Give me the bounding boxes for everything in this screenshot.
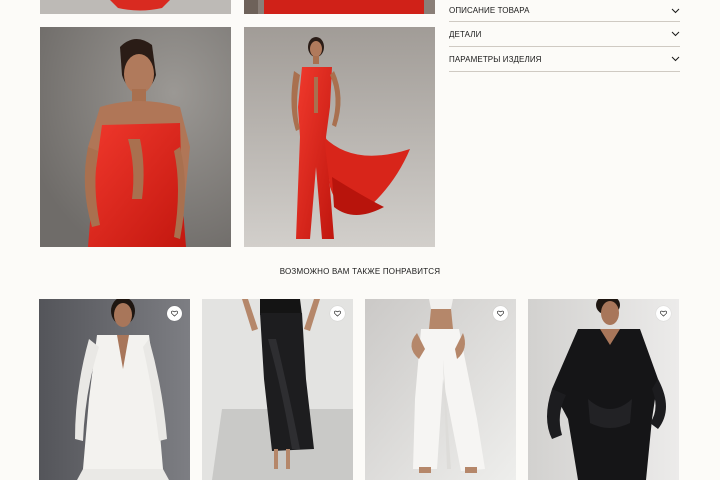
product-details-accordion: ОПИСАНИЕ ТОВАРА ДЕТАЛИ ПАРАМЕТРЫ ИЗДЕЛИЯ bbox=[449, 0, 680, 72]
favorite-button[interactable] bbox=[330, 306, 345, 321]
heart-icon bbox=[497, 310, 504, 317]
accordion-item-details[interactable]: ДЕТАЛИ bbox=[449, 22, 680, 47]
recommendation-card-black-skirt[interactable] bbox=[202, 299, 353, 480]
accordion-item-description[interactable]: ОПИСАНИЕ ТОВАРА bbox=[449, 0, 680, 22]
gallery-photo-top-right[interactable] bbox=[244, 0, 435, 14]
product-page: ОПИСАНИЕ ТОВАРА ДЕТАЛИ ПАРАМЕТРЫ ИЗДЕЛИЯ… bbox=[0, 0, 720, 480]
recommendation-card-white-trousers[interactable] bbox=[365, 299, 516, 480]
chevron-down-icon[interactable] bbox=[670, 54, 680, 64]
gallery-photo-closeup[interactable] bbox=[40, 27, 231, 247]
accordion-label-parameters: ПАРАМЕТРЫ ИЗДЕЛИЯ bbox=[449, 54, 542, 64]
recommendation-card-black-shirt[interactable] bbox=[528, 299, 679, 480]
favorite-button[interactable] bbox=[493, 306, 508, 321]
accordion-item-parameters[interactable]: ПАРАМЕТРЫ ИЗДЕЛИЯ bbox=[449, 47, 680, 72]
heart-icon bbox=[334, 310, 341, 317]
recommendations-title: ВОЗМОЖНО ВАМ ТАКЖЕ ПОНРАВИТСЯ bbox=[279, 267, 441, 276]
heart-icon bbox=[660, 310, 667, 317]
accordion-label-description: ОПИСАНИЕ ТОВАРА bbox=[449, 6, 530, 15]
chevron-down-icon[interactable] bbox=[670, 6, 680, 16]
gallery-photo-top-left[interactable] bbox=[40, 0, 231, 14]
gallery-photo-full-length[interactable] bbox=[244, 27, 435, 247]
favorite-button[interactable] bbox=[167, 306, 182, 321]
heart-icon bbox=[171, 310, 178, 317]
recommendation-card-white-dress[interactable] bbox=[39, 299, 190, 480]
accordion-label-details: ДЕТАЛИ bbox=[449, 29, 482, 39]
chevron-down-icon[interactable] bbox=[670, 29, 680, 39]
favorite-button[interactable] bbox=[656, 306, 671, 321]
